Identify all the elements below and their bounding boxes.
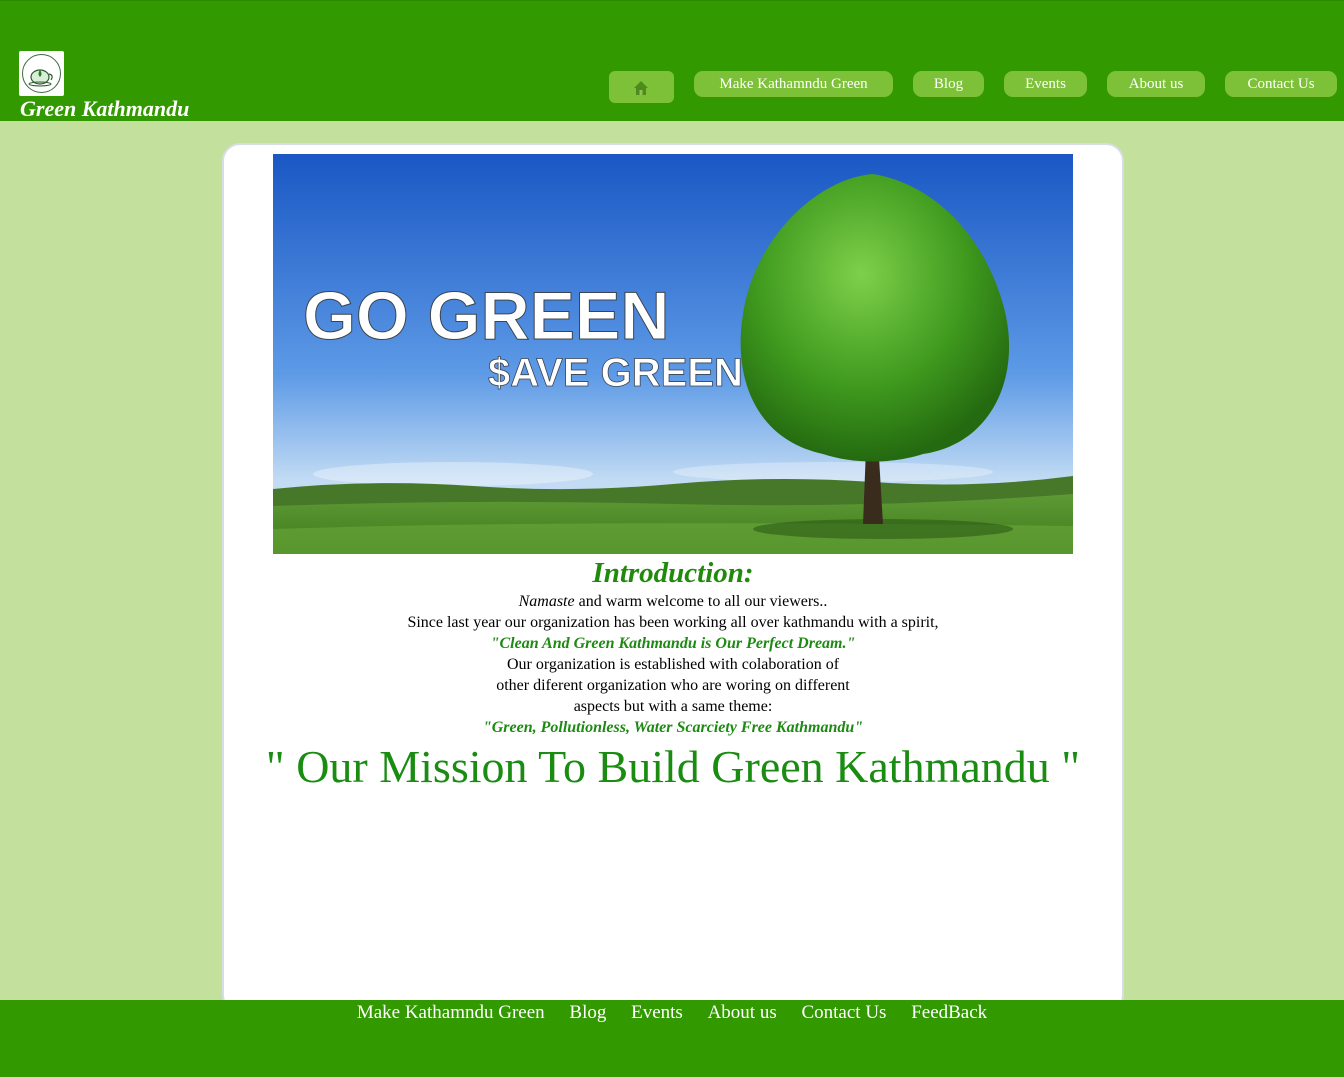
banner-line2: $AVE GREEN bbox=[488, 351, 743, 395]
nav-events[interactable]: Events bbox=[1004, 71, 1087, 97]
footer-link-about-us[interactable]: About us bbox=[708, 1002, 777, 1023]
intro-heading: Introduction: bbox=[592, 557, 754, 589]
greeting-rest: and warm welcome to all our viewers.. bbox=[574, 593, 828, 610]
nav-about-us[interactable]: About us bbox=[1107, 71, 1205, 97]
banner-line1: GO GREEN bbox=[303, 278, 670, 354]
intro-line-5: other diferent organization who are wori… bbox=[496, 677, 850, 694]
logo[interactable] bbox=[19, 51, 64, 96]
intro-line-2: Since last year our organization has bee… bbox=[407, 614, 939, 631]
nav-blog[interactable]: Blog bbox=[913, 71, 984, 97]
intro-line-6: aspects but with a same theme: bbox=[573, 698, 773, 715]
intro-greeting: Namaste and warm welcome to all our view… bbox=[222, 591, 1124, 612]
site-title[interactable]: Green Kathmandu bbox=[20, 95, 189, 123]
nav-contact-us[interactable]: Contact Us bbox=[1225, 71, 1337, 97]
nav-home-button[interactable] bbox=[609, 71, 674, 103]
footer-link-events[interactable]: Events bbox=[631, 1002, 683, 1023]
footer-link-blog[interactable]: Blog bbox=[569, 1002, 606, 1023]
teacup-leaf-logo-icon bbox=[22, 54, 61, 93]
go-green-banner: GO GREEN $AVE GREEN bbox=[273, 154, 1073, 554]
intro-quote-1: "Clean And Green Kathmandu is Our Perfec… bbox=[490, 635, 856, 652]
footer-link-feedback[interactable]: FeedBack bbox=[911, 1002, 987, 1023]
greeting-italic: Namaste bbox=[518, 593, 575, 610]
intro-text: Namaste and warm welcome to all our view… bbox=[222, 591, 1124, 738]
nav-make-kathmandu-green[interactable]: Make Kathamndu Green bbox=[694, 71, 893, 97]
home-icon bbox=[634, 81, 648, 95]
footer-link-make-kathmandu-green[interactable]: Make Kathamndu Green bbox=[357, 1002, 545, 1023]
site-header bbox=[0, 0, 1344, 121]
intro-line-4: Our organization is established with col… bbox=[506, 656, 840, 673]
intro-quote-2: "Green, Pollutionless, Water Scarciety F… bbox=[482, 719, 864, 736]
footer-link-contact-us[interactable]: Contact Us bbox=[801, 1002, 886, 1023]
footer-nav: Make Kathamndu Green Blog Events About u… bbox=[0, 1000, 1344, 1026]
mission-statement: " Our Mission To Build Green Kathmandu " bbox=[265, 741, 1081, 792]
